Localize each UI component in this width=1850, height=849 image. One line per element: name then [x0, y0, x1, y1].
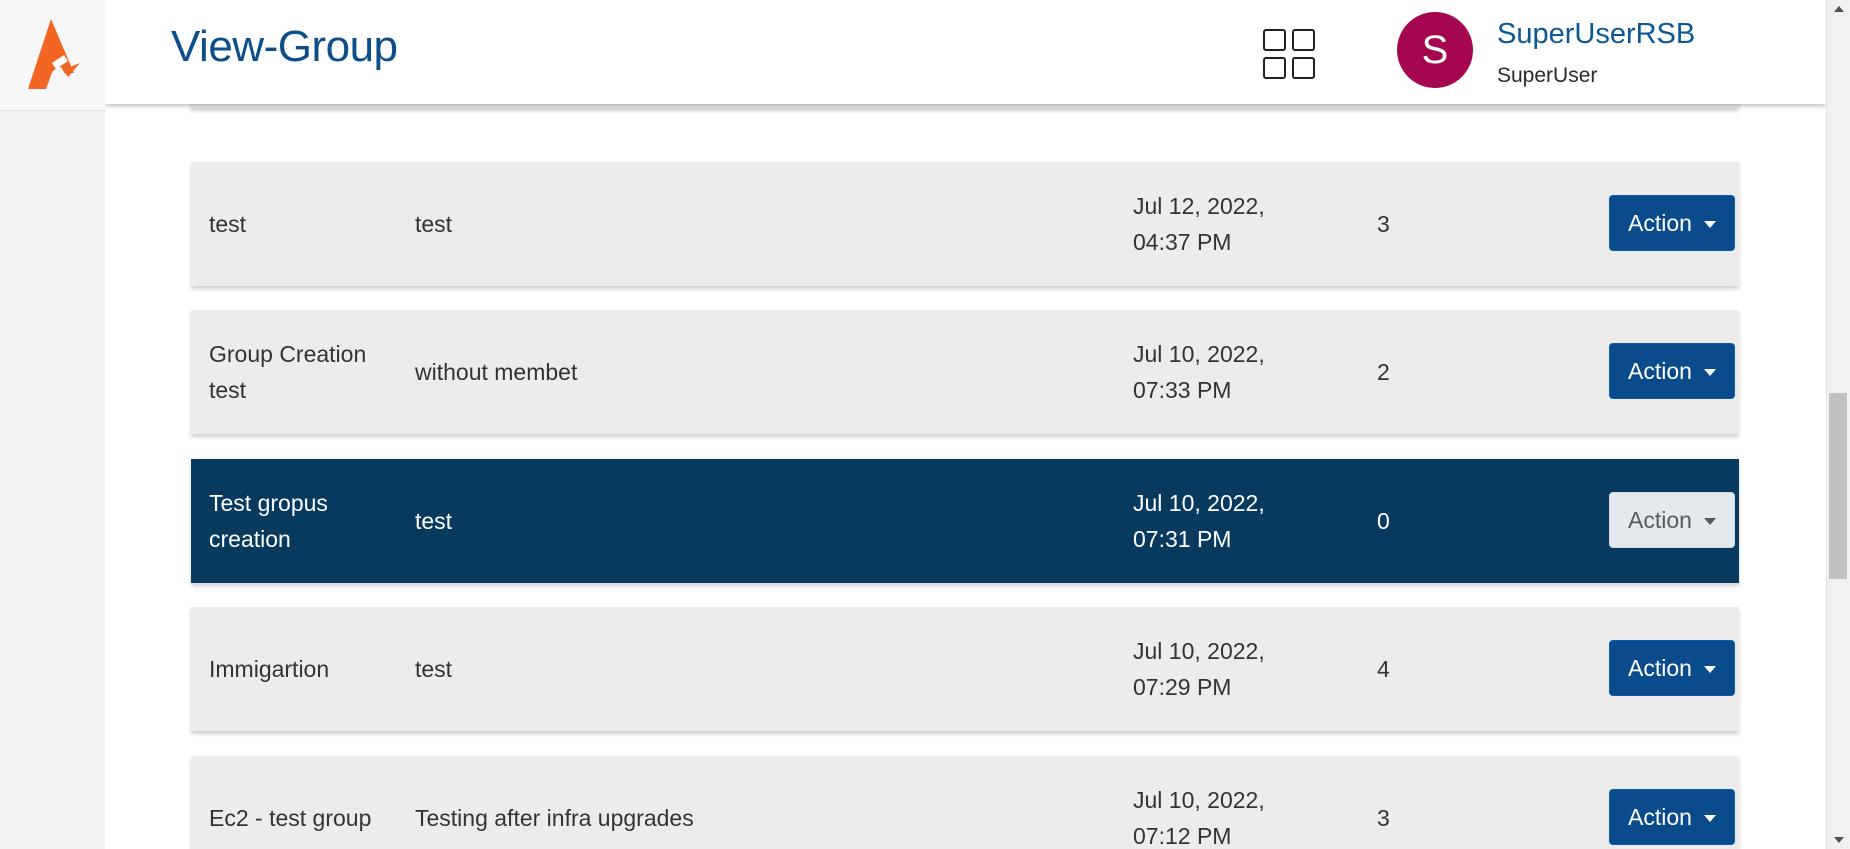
group-name: Group Creation test	[209, 341, 367, 403]
member-count: 2	[1377, 359, 1390, 385]
group-description: Testing after infra upgrades	[415, 805, 694, 831]
action-label: Action	[1628, 803, 1692, 830]
created-date: Jul 10, 2022, 07:29 PM	[1133, 638, 1265, 700]
caret-down-icon	[1703, 665, 1716, 673]
table-row[interactable]: Group Creation test without membet Jul 1…	[191, 310, 1739, 434]
member-count: 3	[1377, 805, 1390, 831]
brand-logo-icon	[27, 19, 80, 89]
action-dropdown-button[interactable]: Action	[1609, 640, 1735, 696]
apps-grid-icon[interactable]	[1262, 28, 1318, 82]
caret-down-icon	[1703, 814, 1716, 822]
scrollbar-thumb[interactable]	[1829, 393, 1847, 579]
app-window: test test Jul 12, 2022, 04:37 PM 3 Actio…	[0, 0, 1850, 849]
action-dropdown-button[interactable]: Action	[1609, 343, 1735, 399]
group-description: test	[415, 656, 453, 682]
member-count: 3	[1377, 211, 1390, 237]
action-label: Action	[1628, 357, 1692, 384]
table-row[interactable]: Immigartion test Jul 10, 2022, 07:29 PM …	[191, 607, 1739, 731]
created-date: Jul 10, 2022, 07:31 PM	[1133, 490, 1265, 552]
action-dropdown-button[interactable]: Action	[1609, 492, 1735, 548]
table-row[interactable]: test test Jul 12, 2022, 04:37 PM 3 Actio…	[191, 162, 1739, 286]
group-description: without membet	[415, 359, 578, 385]
scroll-up-icon[interactable]	[1834, 6, 1844, 12]
avatar[interactable]: S	[1397, 12, 1473, 88]
logo-container[interactable]	[0, 0, 105, 111]
group-description: test	[415, 508, 453, 534]
group-name: Ec2 - test group	[209, 805, 372, 831]
caret-down-icon	[1703, 368, 1716, 376]
page-title: View-Group	[171, 22, 398, 71]
table-row-selected[interactable]: Test gropus creation test Jul 10, 2022, …	[191, 459, 1739, 583]
created-date: Jul 12, 2022, 04:37 PM	[1133, 193, 1265, 255]
member-count: 0	[1377, 508, 1390, 534]
action-label: Action	[1628, 209, 1692, 236]
caret-down-icon	[1703, 517, 1716, 525]
action-label: Action	[1628, 654, 1692, 681]
main-content: test test Jul 12, 2022, 04:37 PM 3 Actio…	[105, 0, 1826, 849]
table-row[interactable]: Ec2 - test group Testing after infra upg…	[191, 756, 1739, 849]
group-name: Immigartion	[209, 656, 330, 682]
group-list: test test Jul 12, 2022, 04:37 PM 3 Actio…	[105, 0, 1826, 849]
left-sidebar	[0, 0, 106, 849]
top-header: View-Group S SuperUserRSB SuperUser	[105, 0, 1826, 104]
created-date: Jul 10, 2022, 07:12 PM	[1133, 787, 1265, 849]
member-count: 4	[1377, 656, 1390, 682]
group-name: Test gropus creation	[209, 490, 328, 552]
created-date: Jul 10, 2022, 07:33 PM	[1133, 341, 1265, 403]
group-name: test	[209, 211, 247, 237]
user-role: SuperUser	[1497, 64, 1598, 87]
action-label: Action	[1628, 506, 1692, 533]
action-dropdown-button[interactable]: Action	[1609, 789, 1735, 845]
scroll-down-icon[interactable]	[1834, 837, 1844, 843]
caret-down-icon	[1703, 220, 1716, 228]
user-name[interactable]: SuperUserRSB	[1497, 18, 1695, 51]
action-dropdown-button[interactable]: Action	[1609, 195, 1735, 251]
group-description: test	[415, 211, 453, 237]
